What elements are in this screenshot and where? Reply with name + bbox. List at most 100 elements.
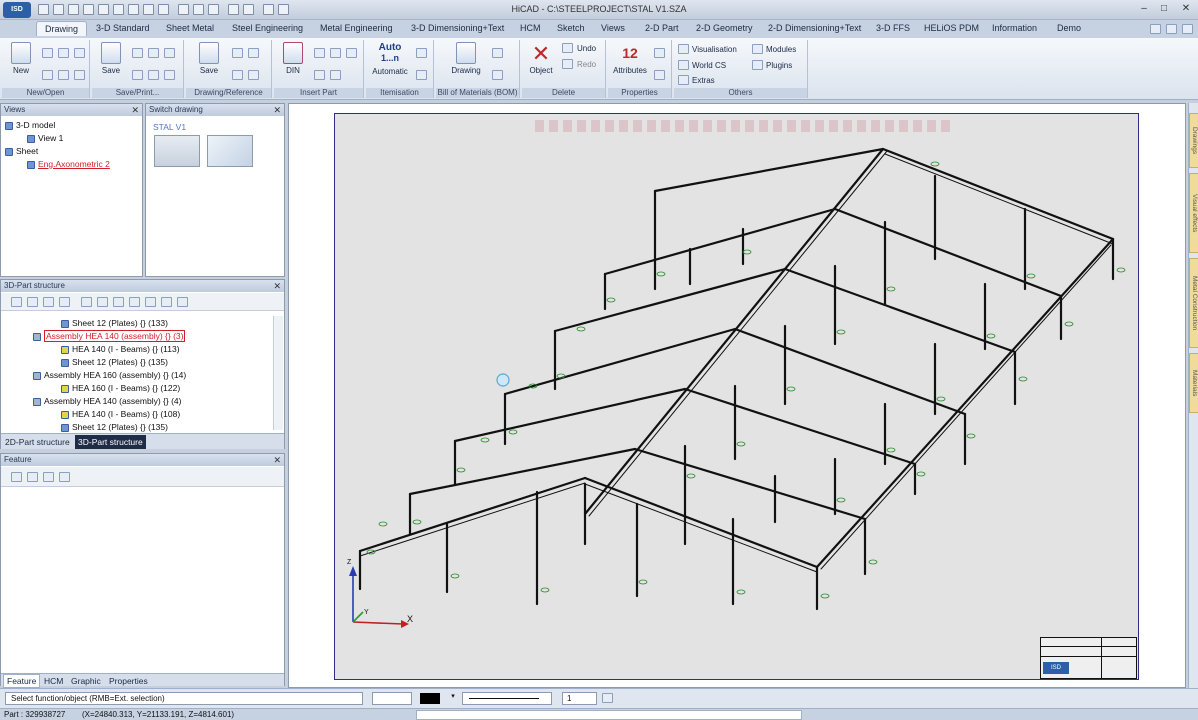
redo-button[interactable]: Redo bbox=[577, 60, 596, 69]
din-button[interactable]: DIN bbox=[276, 42, 310, 75]
toolbar-icon[interactable] bbox=[27, 297, 38, 307]
structure-row[interactable]: HEA 140 (I - Beams) {} (108) bbox=[61, 409, 180, 419]
save-as-icon[interactable] bbox=[132, 48, 143, 58]
tab-3d-part-structure[interactable]: 3D-Part structure bbox=[75, 435, 146, 449]
command-prompt[interactable]: Select function/object (RMB=Ext. selecti… bbox=[5, 692, 363, 705]
bom-icon[interactable] bbox=[492, 48, 503, 58]
tab-properties[interactable]: Properties bbox=[109, 676, 148, 686]
toolbar-icon[interactable] bbox=[27, 472, 38, 482]
new-button[interactable]: New bbox=[4, 42, 38, 75]
structure-row-selected[interactable]: Assembly HEA 140 (assembly) {} (3) bbox=[33, 330, 186, 342]
print-icon[interactable] bbox=[132, 70, 143, 80]
reference-colors-icon[interactable] bbox=[232, 70, 243, 80]
toolbar-icon[interactable] bbox=[129, 297, 140, 307]
toolbar-icon[interactable] bbox=[161, 297, 172, 307]
open-2d-icon[interactable] bbox=[42, 48, 53, 58]
plugins-dropdown[interactable]: Plugins bbox=[766, 61, 792, 70]
attributes-button[interactable]: 12 Attributes bbox=[610, 42, 650, 75]
tab-steel-engineering[interactable]: Steel Engineering bbox=[232, 23, 303, 33]
world-cs-dropdown[interactable]: World CS bbox=[692, 61, 726, 70]
tab-2d-dimensioning[interactable]: 2-D Dimensioning+Text bbox=[768, 23, 861, 33]
save-button[interactable]: Save bbox=[94, 42, 128, 75]
redo-icon[interactable] bbox=[562, 59, 573, 69]
structure-row[interactable]: HEA 140 (I - Beams) {} (113) bbox=[61, 344, 180, 354]
tree-item-sheet[interactable]: Sheet bbox=[5, 146, 38, 156]
tab-drawing[interactable]: Drawing bbox=[36, 21, 88, 36]
delete-object-button[interactable]: ✕ Object bbox=[524, 42, 558, 76]
reference-grid-icon[interactable] bbox=[248, 70, 259, 80]
open-3d-icon[interactable] bbox=[58, 48, 69, 58]
tab-hcm[interactable]: HCM bbox=[44, 676, 63, 686]
close-icon[interactable]: ✕ bbox=[273, 280, 281, 292]
help-icon[interactable] bbox=[1150, 24, 1161, 34]
toolbar-icon[interactable] bbox=[11, 472, 22, 482]
close-icon[interactable]: ✕ bbox=[131, 104, 139, 116]
tab-sheet-metal[interactable]: Sheet Metal bbox=[166, 23, 214, 33]
tree-item-eng-axonometric[interactable]: Eng.Axonometric 2 bbox=[27, 159, 110, 169]
pen-icon[interactable] bbox=[602, 693, 613, 703]
save-reference-button[interactable]: Save bbox=[192, 42, 226, 75]
undo-button[interactable]: Undo bbox=[577, 44, 596, 53]
structure-row[interactable]: Assembly HEA 140 (assembly) {} (4) bbox=[33, 396, 181, 406]
tab-sketch[interactable]: Sketch bbox=[557, 23, 585, 33]
open-assembly-icon[interactable] bbox=[74, 48, 85, 58]
tab-drawings[interactable]: Drawings bbox=[1189, 113, 1198, 168]
toolbar-icon[interactable] bbox=[43, 297, 54, 307]
maximize-button[interactable]: □ bbox=[1156, 3, 1172, 16]
reference-icon[interactable] bbox=[232, 48, 243, 58]
insert-variant-icon[interactable] bbox=[330, 70, 341, 80]
tab-metal-engineering[interactable]: Metal Engineering bbox=[320, 23, 393, 33]
insert-assembly-icon[interactable] bbox=[314, 70, 325, 80]
tab-3d-dimensioning[interactable]: 3-D Dimensioning+Text bbox=[411, 23, 504, 33]
line-style-select[interactable] bbox=[372, 692, 412, 705]
drawing-sheet[interactable]: X Y Z ISD bbox=[334, 113, 1139, 680]
itemise-icon[interactable] bbox=[416, 48, 427, 58]
tab-materials[interactable]: Materials bbox=[1189, 353, 1198, 413]
toolbar-icon[interactable] bbox=[81, 297, 92, 307]
modules-dropdown[interactable]: Modules bbox=[766, 45, 796, 54]
structure-row[interactable]: Sheet 12 (Plates) {} (135) bbox=[61, 422, 168, 432]
tab-2d-geometry[interactable]: 2-D Geometry bbox=[696, 23, 753, 33]
undo-icon[interactable] bbox=[562, 43, 573, 53]
automatic-button[interactable]: Auto 1...n Automatic bbox=[368, 42, 412, 76]
tab-visual-effects[interactable]: Visual effects bbox=[1189, 173, 1198, 253]
tab-metal-construction[interactable]: Metal Construction bbox=[1189, 258, 1198, 348]
structure-row[interactable]: HEA 160 (I - Beams) {} (122) bbox=[61, 383, 180, 393]
bom-export-icon[interactable] bbox=[492, 70, 503, 80]
tab-feature[interactable]: Feature bbox=[3, 674, 41, 688]
structure-row[interactable]: Sheet 12 (Plates) {} (135) bbox=[61, 357, 168, 367]
color-swatch[interactable] bbox=[420, 693, 440, 704]
attribute-copy-icon[interactable] bbox=[654, 70, 665, 80]
tab-helios-pdm[interactable]: HELiOS PDM bbox=[924, 23, 979, 33]
close-icon[interactable]: ✕ bbox=[273, 454, 281, 466]
structure-row[interactable]: Sheet 12 (Plates) {} (133) bbox=[61, 318, 168, 328]
extras-dropdown[interactable]: Extras bbox=[692, 76, 715, 85]
open-folder-icon[interactable] bbox=[42, 70, 53, 80]
open-other-icon[interactable] bbox=[74, 70, 85, 80]
open-recent-icon[interactable] bbox=[58, 70, 69, 80]
line-type-select[interactable] bbox=[462, 692, 552, 705]
drawing-button[interactable]: Drawing bbox=[444, 42, 488, 75]
insert-file-icon[interactable] bbox=[346, 48, 357, 58]
tree-item-3d-model[interactable]: 3-D model bbox=[5, 120, 55, 130]
close-drawing-icon[interactable] bbox=[1182, 24, 1193, 34]
tab-information[interactable]: Information bbox=[992, 23, 1037, 33]
color-dropdown-icon[interactable]: ▾ bbox=[447, 692, 459, 705]
toolbar-icon[interactable] bbox=[145, 297, 156, 307]
drawing-thumbnail-1[interactable] bbox=[154, 135, 200, 167]
tab-2d-part[interactable]: 2-D Part bbox=[645, 23, 679, 33]
close-button[interactable]: ✕ bbox=[1178, 3, 1194, 16]
save-folder-icon[interactable] bbox=[164, 48, 175, 58]
toolbar-icon[interactable] bbox=[59, 297, 70, 307]
toolbar-icon[interactable] bbox=[97, 297, 108, 307]
reference-update-icon[interactable] bbox=[248, 48, 259, 58]
toolbar-icon[interactable] bbox=[59, 472, 70, 482]
line-width-select[interactable]: 1 bbox=[562, 692, 597, 705]
attribute-edit-icon[interactable] bbox=[654, 48, 665, 58]
minimize-button[interactable]: – bbox=[1136, 3, 1152, 16]
insert-catalog-icon[interactable] bbox=[330, 48, 341, 58]
export-icon[interactable] bbox=[164, 70, 175, 80]
tab-views[interactable]: Views bbox=[601, 23, 625, 33]
structure-scrollbar[interactable] bbox=[273, 316, 283, 430]
save-part-icon[interactable] bbox=[148, 48, 159, 58]
